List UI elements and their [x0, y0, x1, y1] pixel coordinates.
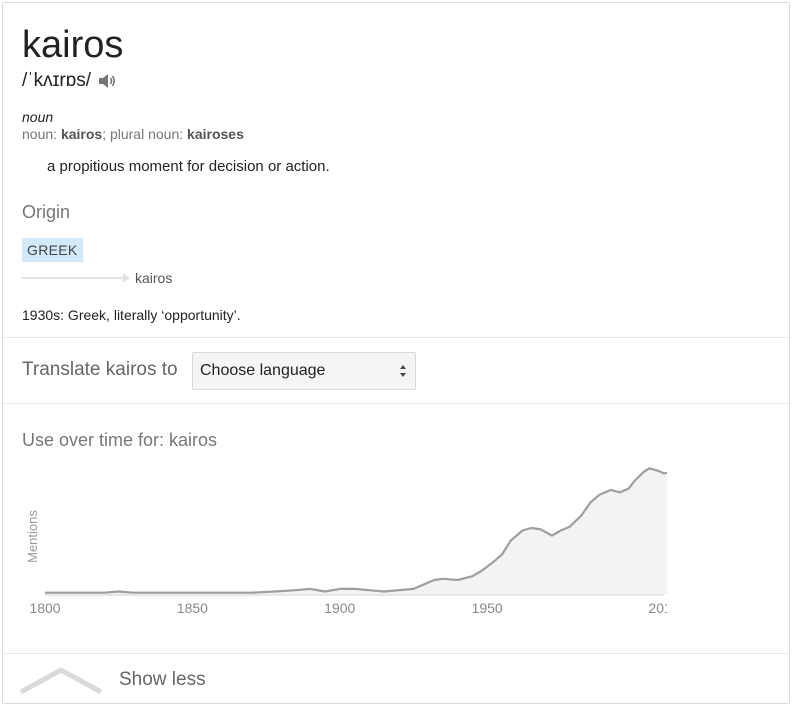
divider [3, 337, 789, 338]
x-tick-label: 1900 [324, 600, 355, 616]
origin-derived-word: kairos [135, 270, 173, 286]
show-less-button[interactable]: Show less [3, 654, 789, 704]
chevron-up-icon [19, 667, 103, 695]
show-less-label: Show less [119, 669, 206, 690]
headword: kairos [22, 24, 124, 66]
x-tick-label: 1850 [177, 600, 208, 616]
language-select-value: Choose language [200, 362, 326, 379]
singular-form: kairos [60, 126, 103, 142]
origin-language-tag: GREEK [22, 238, 83, 262]
translate-label: Translate kairos to [22, 359, 178, 380]
plural-label: ; plural noun: [102, 126, 188, 142]
etymology-text: 1930s: Greek, literally ‘opportunity’. [22, 307, 241, 323]
x-tick-label: 1800 [29, 600, 60, 616]
series-area-0 [45, 468, 667, 594]
x-tick-label: 2010 [648, 600, 667, 616]
word-forms: noun: kairos; plural noun: kairoses [22, 126, 244, 142]
language-select[interactable]: Choose language [192, 352, 416, 390]
origin-arrow-line [22, 277, 124, 279]
phonetic-text: /ˈkʌɪrɒs/ [22, 70, 92, 91]
phonetic-row: /ˈkʌɪrɒs/ [22, 70, 117, 92]
origin-arrow-head [123, 273, 130, 283]
dictionary-card: kairos /ˈkʌɪrɒs/ noun noun: kairos; plur… [2, 2, 790, 704]
definition-text: a propitious moment for decision or acti… [47, 158, 330, 175]
origin-heading: Origin [22, 202, 71, 222]
singular-label: noun: [22, 126, 61, 142]
usage-chart: Mentions 1800 1850 1900 1950 2010 [25, 467, 667, 616]
select-arrows-icon [400, 365, 406, 377]
part-of-speech: noun [22, 109, 54, 125]
divider [3, 403, 789, 404]
y-axis-label: Mentions [25, 510, 40, 563]
plural-form: kairoses [187, 126, 244, 142]
x-tick-label: 1950 [472, 600, 503, 616]
usage-heading: Use over time for: kairos [22, 430, 218, 450]
speaker-icon[interactable] [97, 72, 117, 90]
